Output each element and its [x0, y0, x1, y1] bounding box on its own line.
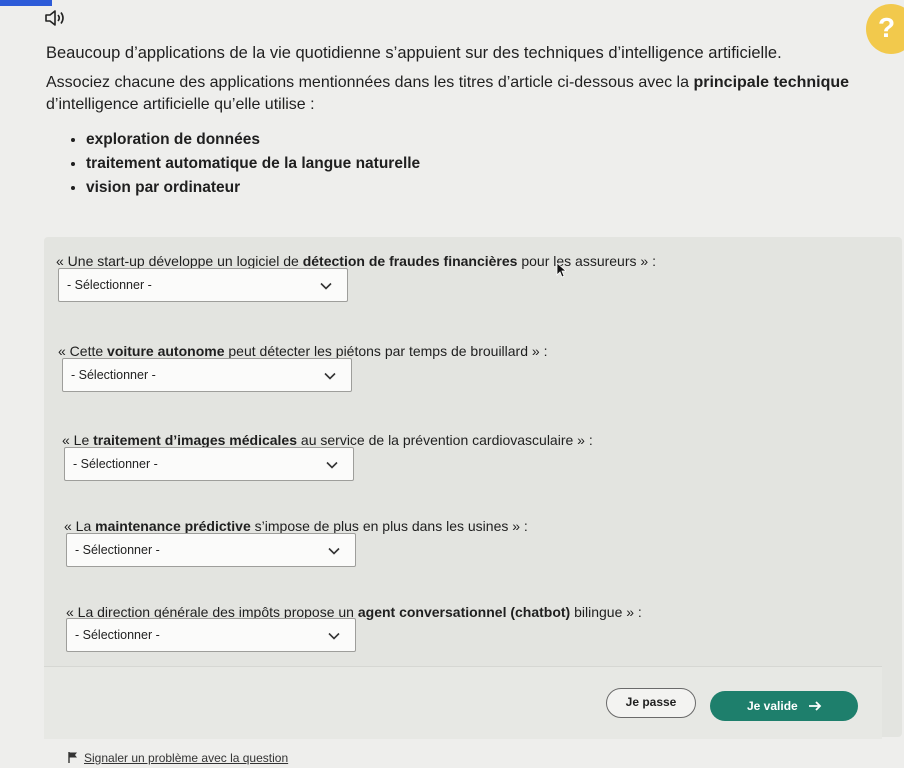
chevron-down-icon [326, 461, 338, 469]
instruction-text: Associez chacune des applications mentio… [46, 72, 866, 116]
question-1-select[interactable]: - Sélectionner - [58, 268, 348, 302]
chevron-down-icon [320, 282, 332, 290]
question-keyword: maintenance prédictive [95, 518, 251, 534]
select-value: - Sélectionner - [73, 457, 158, 471]
question-keyword: détection de fraudes financières [302, 253, 518, 269]
flag-icon [68, 752, 77, 763]
select-value: - Sélectionner - [67, 278, 152, 292]
mouse-cursor-icon [556, 262, 566, 278]
speaker-icon[interactable] [44, 9, 66, 27]
help-button[interactable]: ? [866, 4, 904, 54]
report-problem-label: Signaler un problème avec la question [84, 751, 289, 765]
question-text-part: bilingue » : [570, 604, 642, 620]
questions-panel [44, 237, 902, 737]
technique-item: vision par ordinateur [86, 176, 420, 200]
question-text-part: au service de la prévention cardiovascul… [297, 432, 593, 448]
question-text-part: peut détecter les piétons par temps de b… [224, 343, 548, 359]
technique-list: exploration de données traitement automa… [48, 128, 420, 200]
question-text-part: « La [64, 518, 96, 534]
question-text-part: pour les assureurs » : [517, 253, 656, 269]
question-text-part: s’impose de plus en plus dans les usines… [250, 518, 528, 534]
skip-button[interactable]: Je passe [606, 688, 696, 718]
select-value: - Sélectionner - [75, 628, 160, 642]
validate-label: Je valide [747, 699, 798, 713]
chevron-down-icon [328, 632, 340, 640]
top-accent-bar [0, 0, 52, 6]
instruction-part: Associez chacune des applications mentio… [46, 74, 694, 91]
chevron-down-icon [328, 547, 340, 555]
select-value: - Sélectionner - [71, 368, 156, 382]
instruction-part: d’intelligence artificielle qu’elle util… [46, 96, 315, 113]
intro-text: Beaucoup d’applications de la vie quotid… [46, 44, 782, 62]
question-text-part: « Une start-up développe un logiciel de [56, 253, 303, 269]
question-2-text: « Cette voiture autonome peut détecter l… [58, 343, 547, 359]
question-4-text: « La maintenance prédictive s’impose de … [64, 518, 528, 534]
question-text-part: « Cette [58, 343, 108, 359]
chevron-down-icon [324, 372, 336, 380]
question-text-part: « Le [62, 432, 94, 448]
technique-item: exploration de données [86, 128, 420, 152]
question-3-select[interactable]: - Sélectionner - [64, 447, 354, 481]
question-keyword: voiture autonome [107, 343, 225, 359]
question-3-text: « Le traitement d’images médicales au se… [62, 432, 593, 448]
technique-item: traitement automatique de la langue natu… [86, 152, 420, 176]
question-keyword: agent conversationnel (chatbot) [357, 604, 571, 620]
select-value: - Sélectionner - [75, 543, 160, 557]
arrow-right-icon [809, 701, 822, 711]
validate-button[interactable]: Je valide [710, 691, 858, 721]
question-keyword: traitement d’images médicales [93, 432, 298, 448]
question-2-select[interactable]: - Sélectionner - [62, 358, 352, 392]
question-4-select[interactable]: - Sélectionner - [66, 533, 356, 567]
instruction-emphasis: principale technique [693, 74, 850, 91]
question-5-select[interactable]: - Sélectionner - [66, 618, 356, 652]
